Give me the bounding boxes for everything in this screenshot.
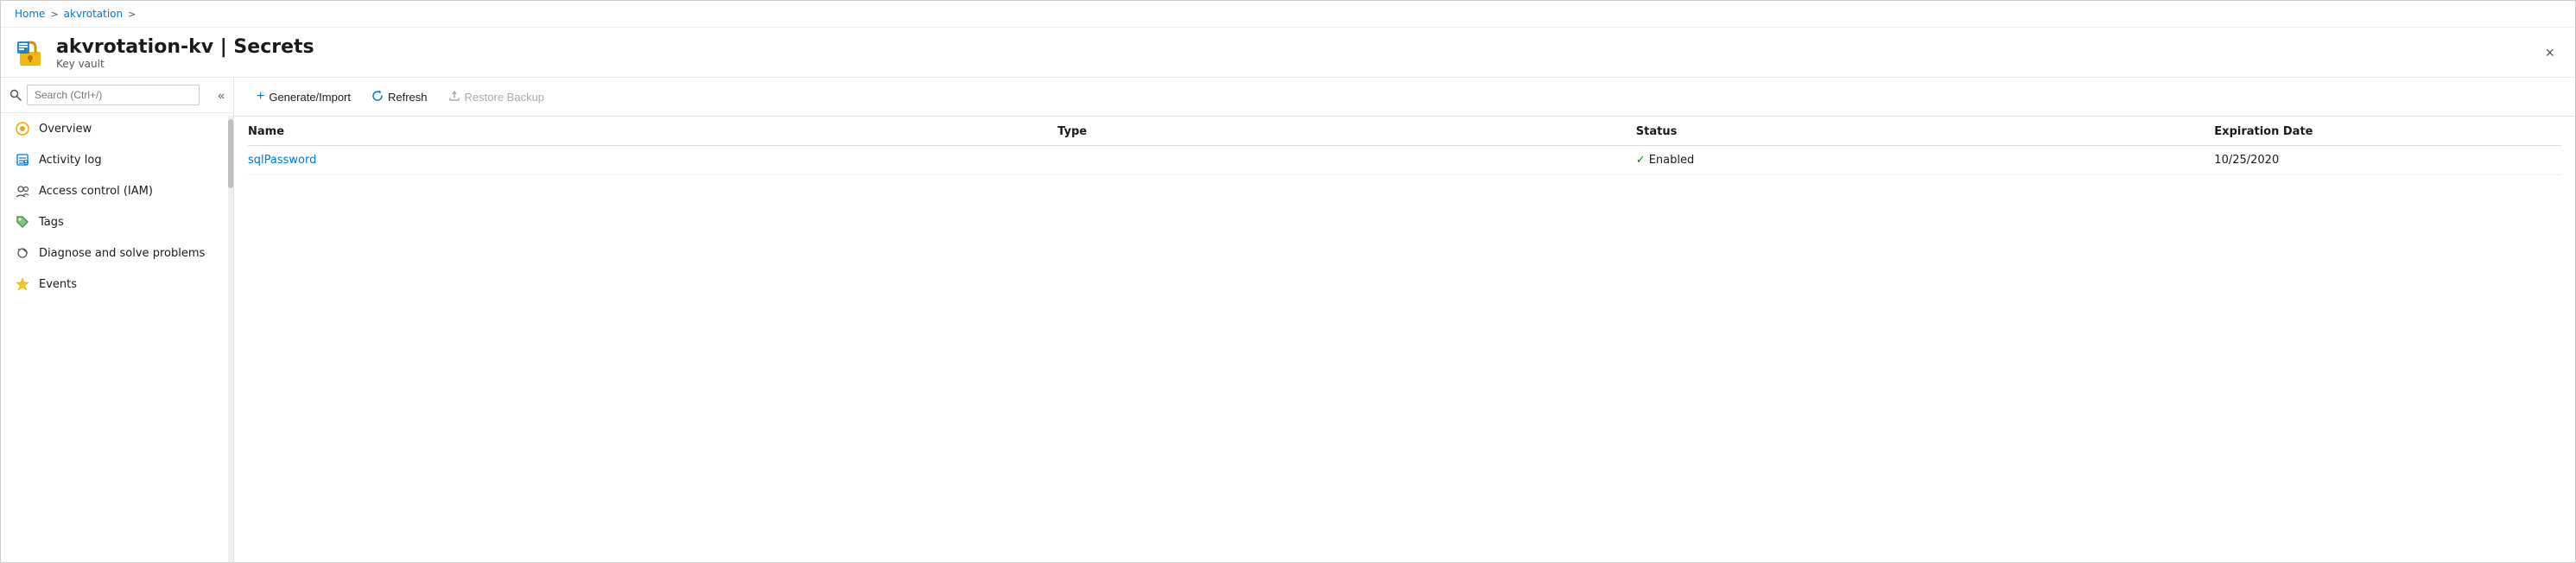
sidebar-item-overview[interactable]: Overview: [1, 113, 233, 144]
col-name: Name: [248, 117, 1057, 146]
generate-import-button[interactable]: + Generate/Import: [248, 85, 359, 109]
close-button[interactable]: ×: [2538, 41, 2561, 66]
sidebar-item-events-label: Events: [39, 278, 77, 291]
sidebar-item-diagnose[interactable]: Diagnose and solve problems: [1, 237, 233, 269]
sidebar-item-activity-log[interactable]: Activity log: [1, 144, 233, 175]
resource-title: akvrotation-kv | Secrets: [56, 36, 314, 58]
breadcrumb: Home > akvrotation >: [1, 1, 2575, 28]
search-input[interactable]: [27, 85, 200, 105]
col-type: Type: [1057, 117, 1636, 146]
events-icon: [15, 276, 30, 292]
refresh-label: Refresh: [388, 91, 428, 104]
refresh-icon: [371, 90, 384, 104]
sidebar: « Overview: [1, 78, 234, 562]
secret-status: ✓ Enabled: [1636, 146, 2215, 175]
resource-header: akvrotation-kv | Secrets Key vault ×: [1, 28, 2575, 78]
sidebar-item-events[interactable]: Events: [1, 269, 233, 300]
collapse-sidebar-button[interactable]: «: [218, 88, 225, 102]
key-vault-icon: [15, 38, 46, 69]
col-expiration: Expiration Date: [2214, 117, 2561, 146]
sidebar-scrollbar[interactable]: [228, 116, 233, 562]
secret-expiration: 10/25/2020: [2214, 146, 2561, 175]
search-icon: [10, 89, 22, 101]
status-label: Enabled: [1649, 154, 1695, 167]
refresh-button[interactable]: Refresh: [363, 85, 436, 109]
secret-type: [1057, 146, 1636, 175]
toolbar: + Generate/Import Refresh: [234, 78, 2575, 117]
col-status: Status: [1636, 117, 2215, 146]
sidebar-search-container: «: [1, 78, 233, 113]
activity-log-icon: [15, 152, 30, 168]
restore-backup-label: Restore Backup: [465, 91, 545, 104]
sidebar-item-diagnose-label: Diagnose and solve problems: [39, 247, 205, 260]
resource-subtitle: Key vault: [56, 58, 314, 70]
main-content: + Generate/Import Refresh: [234, 78, 2575, 562]
table-row[interactable]: sqlPassword ✓ Enabled 10/25/2020: [248, 146, 2561, 175]
sidebar-item-activity-log-label: Activity log: [39, 154, 102, 167]
diagnose-icon: [15, 245, 30, 261]
breadcrumb-sep2: >: [128, 9, 136, 20]
sidebar-item-tags[interactable]: Tags: [1, 206, 233, 237]
plus-icon: +: [257, 89, 264, 104]
restore-icon: [448, 90, 460, 104]
breadcrumb-home[interactable]: Home: [15, 8, 45, 20]
restore-backup-button[interactable]: Restore Backup: [440, 85, 554, 109]
overview-icon: [15, 121, 30, 136]
sidebar-item-tags-label: Tags: [39, 216, 64, 229]
sidebar-item-overview-label: Overview: [39, 123, 92, 136]
breadcrumb-resource[interactable]: akvrotation: [64, 8, 123, 20]
secrets-table: Name Type Status Expiration Date sqlPass…: [248, 117, 2561, 175]
check-icon: ✓: [1636, 154, 1646, 167]
header-titles: akvrotation-kv | Secrets Key vault: [56, 36, 314, 70]
tags-icon: [15, 214, 30, 230]
sidebar-item-access-control-label: Access control (IAM): [39, 185, 153, 198]
secrets-table-container: Name Type Status Expiration Date sqlPass…: [234, 117, 2575, 562]
secret-name: sqlPassword: [248, 146, 1057, 175]
sidebar-item-access-control[interactable]: Access control (IAM): [1, 175, 233, 206]
generate-import-label: Generate/Import: [269, 91, 351, 104]
breadcrumb-sep1: >: [50, 9, 58, 20]
access-control-icon: [15, 183, 30, 199]
